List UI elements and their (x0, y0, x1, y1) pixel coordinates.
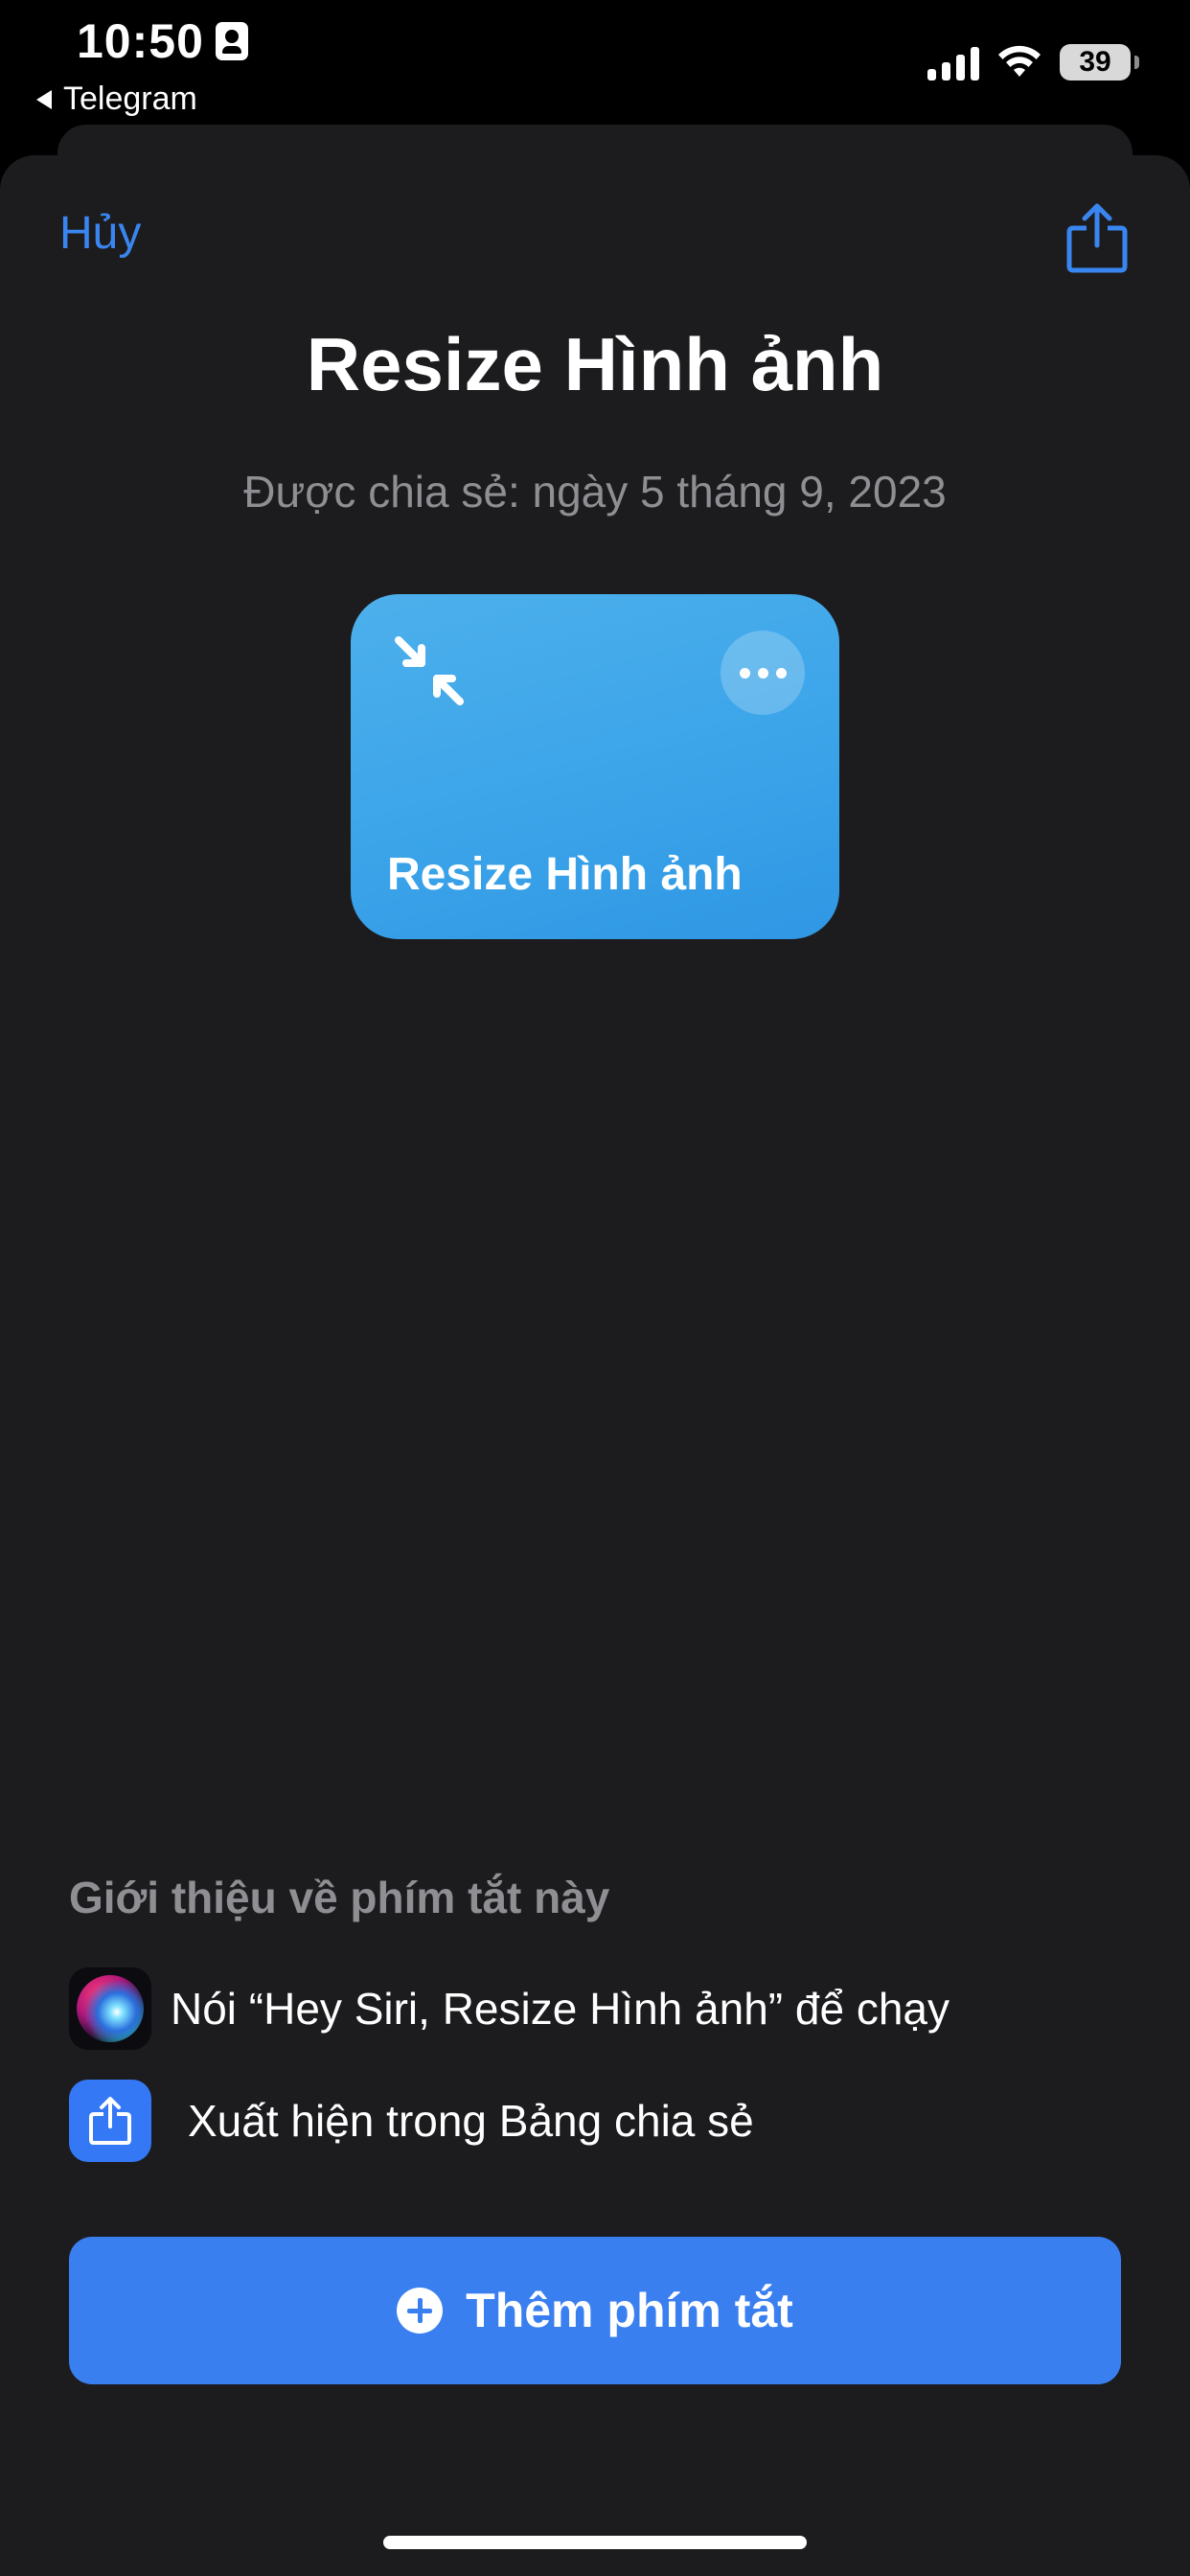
siri-icon (69, 1967, 151, 2050)
add-shortcut-label: Thêm phím tắt (466, 2284, 793, 2337)
about-item-siri: Nói “Hey Siri, Resize Hình ảnh” để chạy (69, 1967, 950, 2050)
share-icon[interactable] (1065, 201, 1129, 274)
back-arrow-icon (36, 89, 52, 109)
contact-card-icon (215, 22, 248, 60)
plus-circle-icon (397, 2288, 444, 2334)
home-indicator[interactable] (383, 2536, 807, 2549)
about-heading: Giới thiệu về phím tắt này (69, 1873, 610, 1922)
arrows-inward-icon (395, 636, 464, 705)
share-sheet-icon (69, 2080, 151, 2162)
more-options-button[interactable] (721, 631, 805, 715)
cancel-button[interactable]: Hủy (59, 207, 141, 260)
back-app-label: Telegram (63, 80, 197, 117)
about-item-share-sheet: Xuất hiện trong Bảng chia sẻ (69, 2080, 754, 2162)
about-item-siri-text: Nói “Hey Siri, Resize Hình ảnh” để chạy (171, 1984, 950, 2034)
battery-icon: 39 (1060, 44, 1139, 80)
cellular-signal-icon (927, 44, 979, 80)
status-indicators: 39 (927, 44, 1139, 80)
add-shortcut-button[interactable]: Thêm phím tắt (69, 2237, 1121, 2384)
about-item-share-text: Xuất hiện trong Bảng chia sẻ (188, 2096, 754, 2146)
status-time: 10:50 (77, 13, 248, 69)
shortcut-card[interactable]: Resize Hình ảnh (351, 594, 839, 939)
shortcut-title: Resize Hình ảnh (306, 322, 884, 406)
ellipsis-dot (739, 667, 750, 678)
ellipsis-dot (757, 667, 768, 678)
shortcut-card-name: Resize Hình ảnh (387, 849, 743, 900)
status-time-text: 10:50 (77, 14, 204, 68)
wifi-icon (998, 45, 1041, 77)
back-to-app-link[interactable]: Telegram (36, 80, 197, 118)
shared-date: Được chia sẻ: ngày 5 tháng 9, 2023 (243, 467, 947, 517)
screen: 10:50 Telegram 39 Hủy Resize Hình ảnh Đư… (0, 0, 1190, 2576)
ellipsis-dot (775, 667, 787, 678)
battery-level: 39 (1079, 46, 1111, 78)
shortcut-sheet (0, 155, 1190, 2576)
